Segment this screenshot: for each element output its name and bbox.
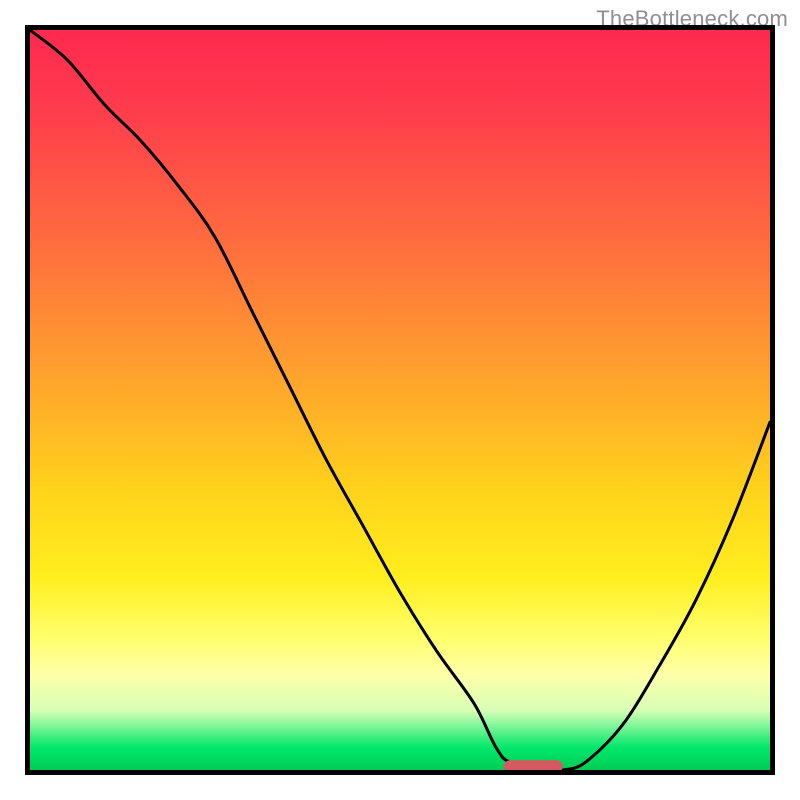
plot-area <box>25 25 775 775</box>
curve-line <box>30 30 770 771</box>
canvas: TheBottleneck.com <box>0 0 800 800</box>
optimum-marker <box>504 760 563 772</box>
series-bottleneck-curve <box>30 30 770 771</box>
chart-svg <box>25 25 775 775</box>
